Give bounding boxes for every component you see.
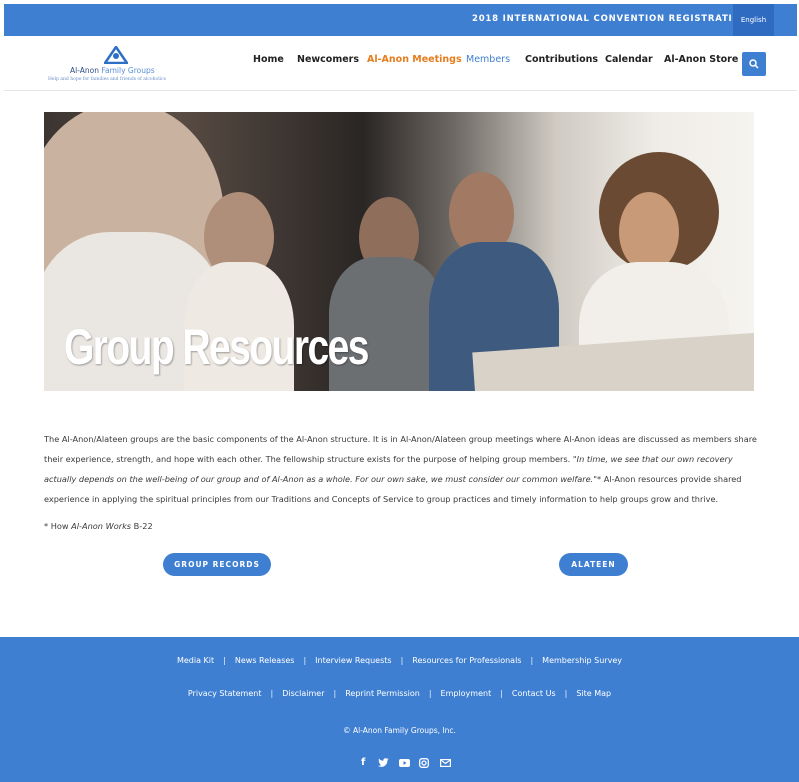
instagram-icon[interactable] [419, 758, 429, 768]
social-links: f [358, 757, 458, 771]
intro-paragraph: The Al-Anon/Alateen groups are the basic… [44, 429, 762, 509]
footer-link-media-kit[interactable]: Media Kit [177, 656, 214, 665]
footnote-title: Al-Anon Works [71, 521, 132, 531]
youtube-icon[interactable] [399, 759, 410, 767]
site-footer: Media Kit | News Releases | Interview Reques… [0, 637, 799, 782]
hero-title: Group Resources [64, 319, 369, 375]
site-header: Al-Anon Family Groups Help and hope for … [4, 36, 797, 90]
logo-name: Al-Anon Family Groups [70, 66, 155, 75]
footer-link-membership-survey[interactable]: Membership Survey [542, 656, 622, 665]
alateen-button[interactable]: ALATEEN [559, 553, 628, 576]
footer-link-resources-for-professionals[interactable]: Resources for Professionals [412, 656, 521, 665]
footer-link-employment[interactable]: Employment [441, 689, 492, 698]
top-bar: 2018 INTERNATIONAL CONVENTION REGISTRATI… [4, 4, 797, 36]
logo-name-secondary: Family Groups [101, 66, 155, 75]
footer-link-reprint-permission[interactable]: Reprint Permission [345, 689, 420, 698]
citation-footnote: * How Al-Anon Works B-22 [44, 521, 153, 531]
footnote-suffix: B-22 [131, 521, 153, 531]
footer-links-row-1: Media Kit | News Releases | Interview Reques… [176, 656, 622, 665]
footer-link-contact-us[interactable]: Contact Us [512, 689, 556, 698]
footer-link-privacy-statement[interactable]: Privacy Statement [188, 689, 262, 698]
nav-al-anon-meetings[interactable]: Al-Anon Meetings [367, 54, 462, 65]
twitter-icon[interactable] [378, 758, 389, 768]
search-icon [749, 59, 759, 69]
footer-link-disclaimer[interactable]: Disclaimer [282, 689, 324, 698]
logo[interactable]: Al-Anon Family Groups Help and hope for … [44, 46, 194, 86]
logo-tagline: Help and hope for families and friends o… [48, 77, 166, 82]
header-divider [4, 90, 797, 91]
nav-contributions[interactable]: Contributions [525, 54, 598, 65]
hero-banner: Group Resources [44, 112, 754, 391]
nav-home[interactable]: Home [253, 54, 284, 65]
footnote-prefix: * How [44, 521, 72, 531]
convention-registration-link[interactable]: 2018 INTERNATIONAL CONVENTION REGISTRATI… [472, 14, 748, 24]
search-button[interactable] [742, 52, 766, 76]
logo-triangle-icon [104, 46, 128, 64]
nav-calendar[interactable]: Calendar [605, 54, 653, 65]
nav-newcomers[interactable]: Newcomers [297, 54, 359, 65]
footer-link-news-releases[interactable]: News Releases [235, 656, 295, 665]
nav-al-anon-store[interactable]: Al-Anon Store [664, 54, 738, 65]
nav-members[interactable]: Members [466, 54, 510, 65]
logo-name-primary: Al-Anon [70, 66, 99, 75]
footer-link-site-map[interactable]: Site Map [576, 689, 611, 698]
footer-copyright: © Al-Anon Family Groups, Inc. [343, 726, 456, 735]
language-selector[interactable]: English [733, 4, 774, 36]
footer-link-interview-requests[interactable]: Interview Requests [315, 656, 391, 665]
facebook-icon[interactable]: f [361, 757, 365, 769]
email-icon[interactable] [440, 759, 451, 767]
group-records-button[interactable]: GROUP RECORDS [163, 553, 271, 576]
footer-links-row-2: Privacy Statement | Disclaimer | Reprint Per… [187, 689, 612, 698]
